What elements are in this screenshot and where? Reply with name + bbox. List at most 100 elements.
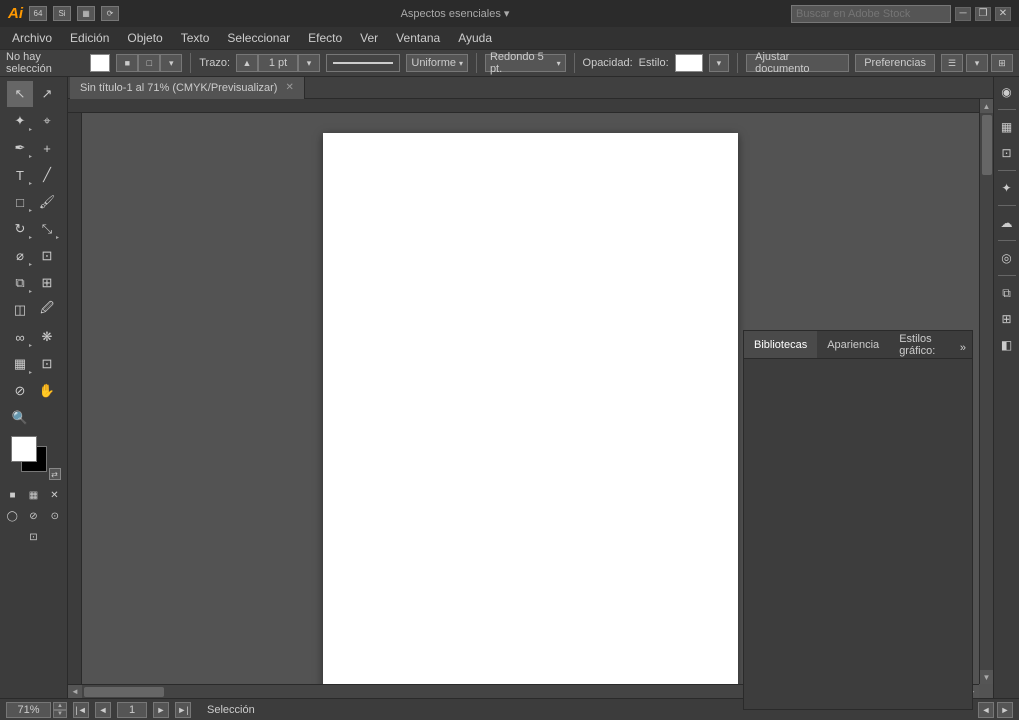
zoom-up-btn[interactable]: ▲ <box>53 702 67 710</box>
document-tab[interactable]: Sin título-1 al 71% (CMYK/Previsualizar)… <box>70 77 305 99</box>
corner-dropdown[interactable]: Redondo 5 pt. ▾ <box>485 54 566 72</box>
menu-archivo[interactable]: Archivo <box>4 29 60 47</box>
tool-slice[interactable]: ⊘ <box>7 378 33 404</box>
tool-gradient[interactable]: ◫ <box>7 297 33 323</box>
zoom-down-btn[interactable]: ▼ <box>53 710 67 718</box>
tool-paintbrush[interactable]: 🖌 <box>34 189 60 215</box>
tool-warp[interactable]: ⌀▸ <box>7 243 33 269</box>
tool-direct-select[interactable]: ↗ <box>34 81 60 107</box>
style-dropdown[interactable]: ▾ <box>709 54 730 72</box>
panel-swatches[interactable]: ▦ <box>996 116 1018 138</box>
panel-more-btn[interactable]: » <box>954 338 972 358</box>
panel-cc[interactable]: ☁ <box>996 212 1018 234</box>
nav-last-btn[interactable]: ►| <box>175 702 191 718</box>
tool-type[interactable]: T▸ <box>7 162 33 188</box>
arrange-btn[interactable]: ☰ <box>941 54 963 72</box>
panel-transform[interactable]: ◎ <box>996 247 1018 269</box>
tab-apariencia[interactable]: Apariencia <box>817 331 889 358</box>
foreground-color-swatch[interactable] <box>11 436 37 462</box>
menu-edicion[interactable]: Edición <box>62 29 117 47</box>
tool-eyedropper[interactable]: 🖉 <box>34 297 60 323</box>
tool-line[interactable]: ╱ <box>34 162 60 188</box>
tab-close-btn[interactable]: ✕ <box>285 82 293 93</box>
page-input[interactable] <box>117 702 147 718</box>
menu-ayuda[interactable]: Ayuda <box>450 29 500 47</box>
stock-search-input[interactable] <box>791 5 951 23</box>
tool-free-transform[interactable]: ⊡ <box>34 243 60 269</box>
panel-symbols[interactable]: ✦ <box>996 177 1018 199</box>
stroke-style[interactable] <box>326 54 400 72</box>
drawing-mode-behind[interactable]: ⊘ <box>25 509 42 523</box>
drawing-mode-normal[interactable]: ◯ <box>4 509 21 523</box>
tool-select[interactable]: ↖ <box>7 81 33 107</box>
tab-estilos-graficos[interactable]: Estilos gráfico: <box>889 331 954 358</box>
title-btn-4[interactable]: ⟳ <box>101 6 119 21</box>
color-mode-normal[interactable]: ■ <box>4 488 22 502</box>
color-mode-gradient[interactable]: ▦ <box>25 488 43 502</box>
menu-objeto[interactable]: Objeto <box>119 29 170 47</box>
fill-button[interactable]: ■ <box>116 54 138 72</box>
zoom-input[interactable] <box>6 702 51 718</box>
tool-extra[interactable] <box>34 405 60 431</box>
menu-texto[interactable]: Texto <box>173 29 218 47</box>
vertical-scrollbar[interactable]: ▲ ▼ <box>979 99 993 684</box>
panel-color-wheel[interactable]: ◉ <box>996 81 1018 103</box>
style-color-box[interactable] <box>675 54 703 72</box>
tool-pen[interactable]: ✒▸ <box>7 135 33 161</box>
menu-ver[interactable]: Ver <box>352 29 386 47</box>
scroll-up-btn[interactable]: ▲ <box>980 99 994 113</box>
panel-align[interactable]: ⧉ <box>996 282 1018 304</box>
menu-ventana[interactable]: Ventana <box>388 29 448 47</box>
bottom-next-btn[interactable]: ► <box>997 702 1013 718</box>
tool-hand[interactable]: ✋ <box>34 378 60 404</box>
adjust-doc-btn[interactable]: Ajustar documento <box>746 54 849 72</box>
tool-rotate[interactable]: ↻▸ <box>7 216 33 242</box>
tool-lasso[interactable]: ⌖ <box>34 108 60 134</box>
tool-mesh[interactable]: ⊞ <box>34 270 60 296</box>
menu-seleccionar[interactable]: Seleccionar <box>219 29 298 47</box>
stroke-type-dropdown[interactable]: Uniforme ▾ <box>406 54 468 72</box>
menu-efecto[interactable]: Efecto <box>300 29 350 47</box>
bottom-prev-btn[interactable]: ◄ <box>978 702 994 718</box>
scroll-down-btn[interactable]: ▼ <box>980 670 994 684</box>
tool-perspective[interactable]: ⧉▸ <box>7 270 33 296</box>
panel-artboards[interactable]: ◧ <box>996 334 1018 356</box>
preferences-btn[interactable]: Preferencias <box>855 54 935 72</box>
swap-colors-btn[interactable]: ⇄ <box>49 468 61 480</box>
tool-add-anchor[interactable]: + <box>34 135 60 161</box>
panel-layers[interactable]: ⊞ <box>996 308 1018 330</box>
artboard[interactable] <box>323 133 738 684</box>
trazo-down[interactable]: ▾ <box>298 54 320 72</box>
fill-color-box[interactable] <box>90 54 111 72</box>
title-btn-1[interactable]: 64 <box>29 6 47 21</box>
title-btn-3[interactable]: ▦ <box>77 6 95 21</box>
title-btn-2[interactable]: Si <box>53 6 71 21</box>
nav-first-btn[interactable]: |◄ <box>73 702 89 718</box>
tool-artboard[interactable]: ⊡ <box>34 351 60 377</box>
tool-zoom[interactable]: 🔍 <box>7 405 33 431</box>
tool-blend[interactable]: ∞▸ <box>7 324 33 350</box>
tool-scale[interactable]: ⤡▸ <box>34 216 60 242</box>
restore-button[interactable]: ❐ <box>975 7 991 21</box>
tab-bibliotecas[interactable]: Bibliotecas <box>744 331 817 358</box>
scroll-left-btn[interactable]: ◄ <box>68 685 82 699</box>
more-btn[interactable]: ▾ <box>966 54 988 72</box>
tool-symbol[interactable]: ❋ <box>34 324 60 350</box>
tool-magic-wand[interactable]: ✦▸ <box>7 108 33 134</box>
scroll-track-v[interactable] <box>980 113 994 670</box>
nav-next-btn[interactable]: ► <box>153 702 169 718</box>
drawing-mode-inside[interactable]: ⊙ <box>46 509 63 523</box>
close-button[interactable]: ✕ <box>995 7 1011 21</box>
scroll-thumb-h[interactable] <box>84 687 164 697</box>
color-mode-none[interactable]: ✕ <box>46 488 64 502</box>
nav-prev-btn[interactable]: ◄ <box>95 702 111 718</box>
scroll-thumb-v[interactable] <box>982 115 992 175</box>
extra-btn[interactable]: ⊞ <box>991 54 1013 72</box>
stroke-button[interactable]: □ <box>138 54 160 72</box>
trazo-up[interactable]: ▲ <box>236 54 258 72</box>
screen-mode-toggle[interactable]: ⊡ <box>25 530 43 544</box>
dropdown-arrow[interactable]: ▾ <box>160 54 182 72</box>
workspace-selector[interactable]: Aspectos esenciales ▾ <box>119 7 791 20</box>
minimize-button[interactable]: ─ <box>955 7 971 21</box>
trazo-input[interactable] <box>258 54 298 72</box>
